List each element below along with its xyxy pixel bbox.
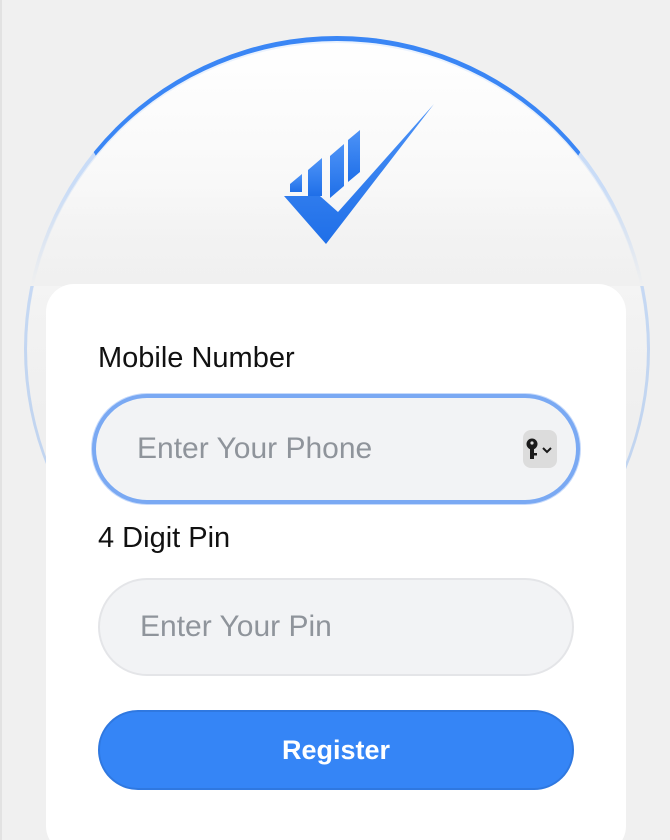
check-logo-icon (284, 104, 434, 244)
mobile-number-label: Mobile Number (98, 342, 295, 374)
pin-field[interactable] (98, 578, 574, 676)
mobile-number-input[interactable] (137, 432, 523, 466)
mobile-number-field[interactable] (92, 394, 580, 504)
pin-label: 4 Digit Pin (98, 522, 231, 554)
register-button[interactable]: Register (98, 710, 574, 790)
app-frame: Mobile Number 4 Digit Pin Register (0, 0, 670, 840)
key-autofill-icon[interactable] (523, 430, 557, 468)
pin-input[interactable] (140, 610, 526, 644)
register-form-card: Mobile Number 4 Digit Pin Register (46, 284, 626, 840)
